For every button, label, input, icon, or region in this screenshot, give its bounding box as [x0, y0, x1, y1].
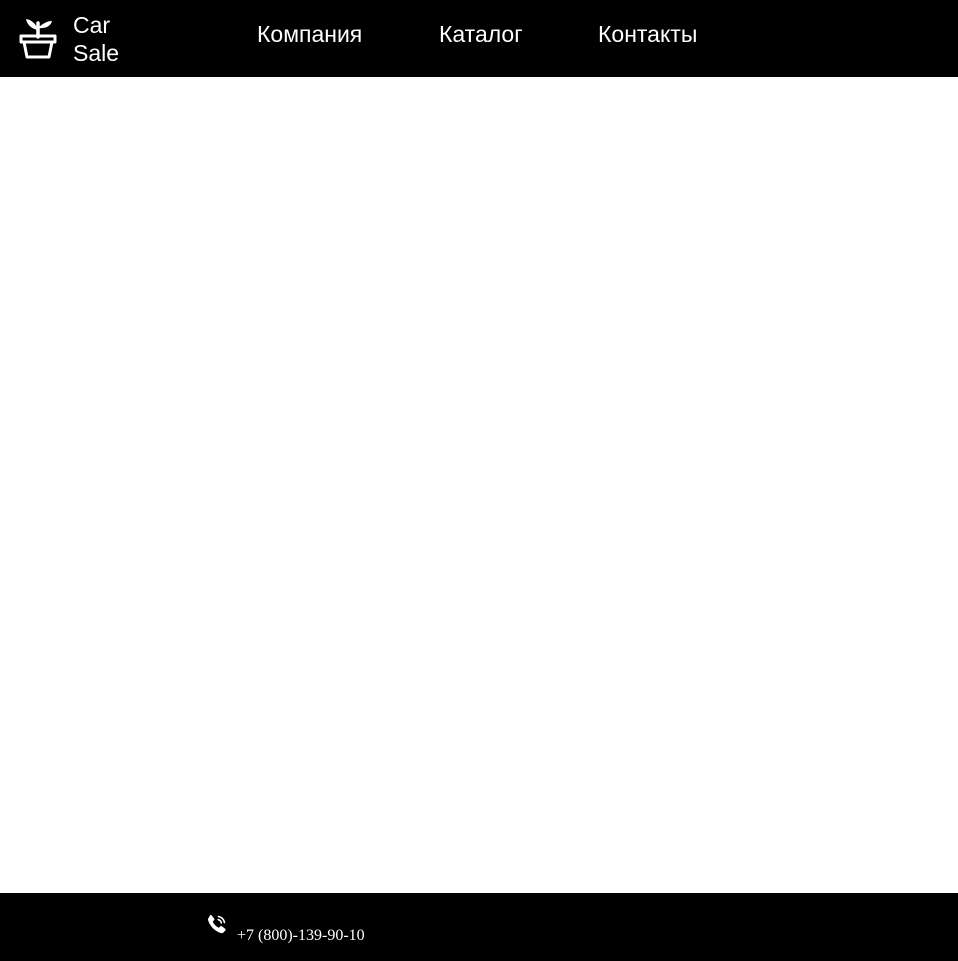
phone-call-icon [207, 914, 226, 934]
nav-item-catalog[interactable]: Каталог [439, 20, 523, 48]
nav-item-contacts[interactable]: Контакты [598, 20, 697, 48]
logo-home-link[interactable]: Car Sale [18, 10, 138, 66]
brand-name: Car Sale [73, 11, 143, 67]
brand-line-1: Car [73, 12, 111, 38]
site-header: Car Sale Компания Каталог Контакты [0, 0, 958, 77]
main-content [0, 77, 958, 893]
phone-number-link[interactable]: +7 (800)-139-90-10 [237, 926, 365, 946]
nav-item-company[interactable]: Компания [257, 20, 362, 48]
brand-line-2: Sale [73, 40, 120, 66]
plant-pot-icon [19, 19, 57, 59]
site-footer: +7 (800)-139-90-10 [0, 893, 958, 961]
